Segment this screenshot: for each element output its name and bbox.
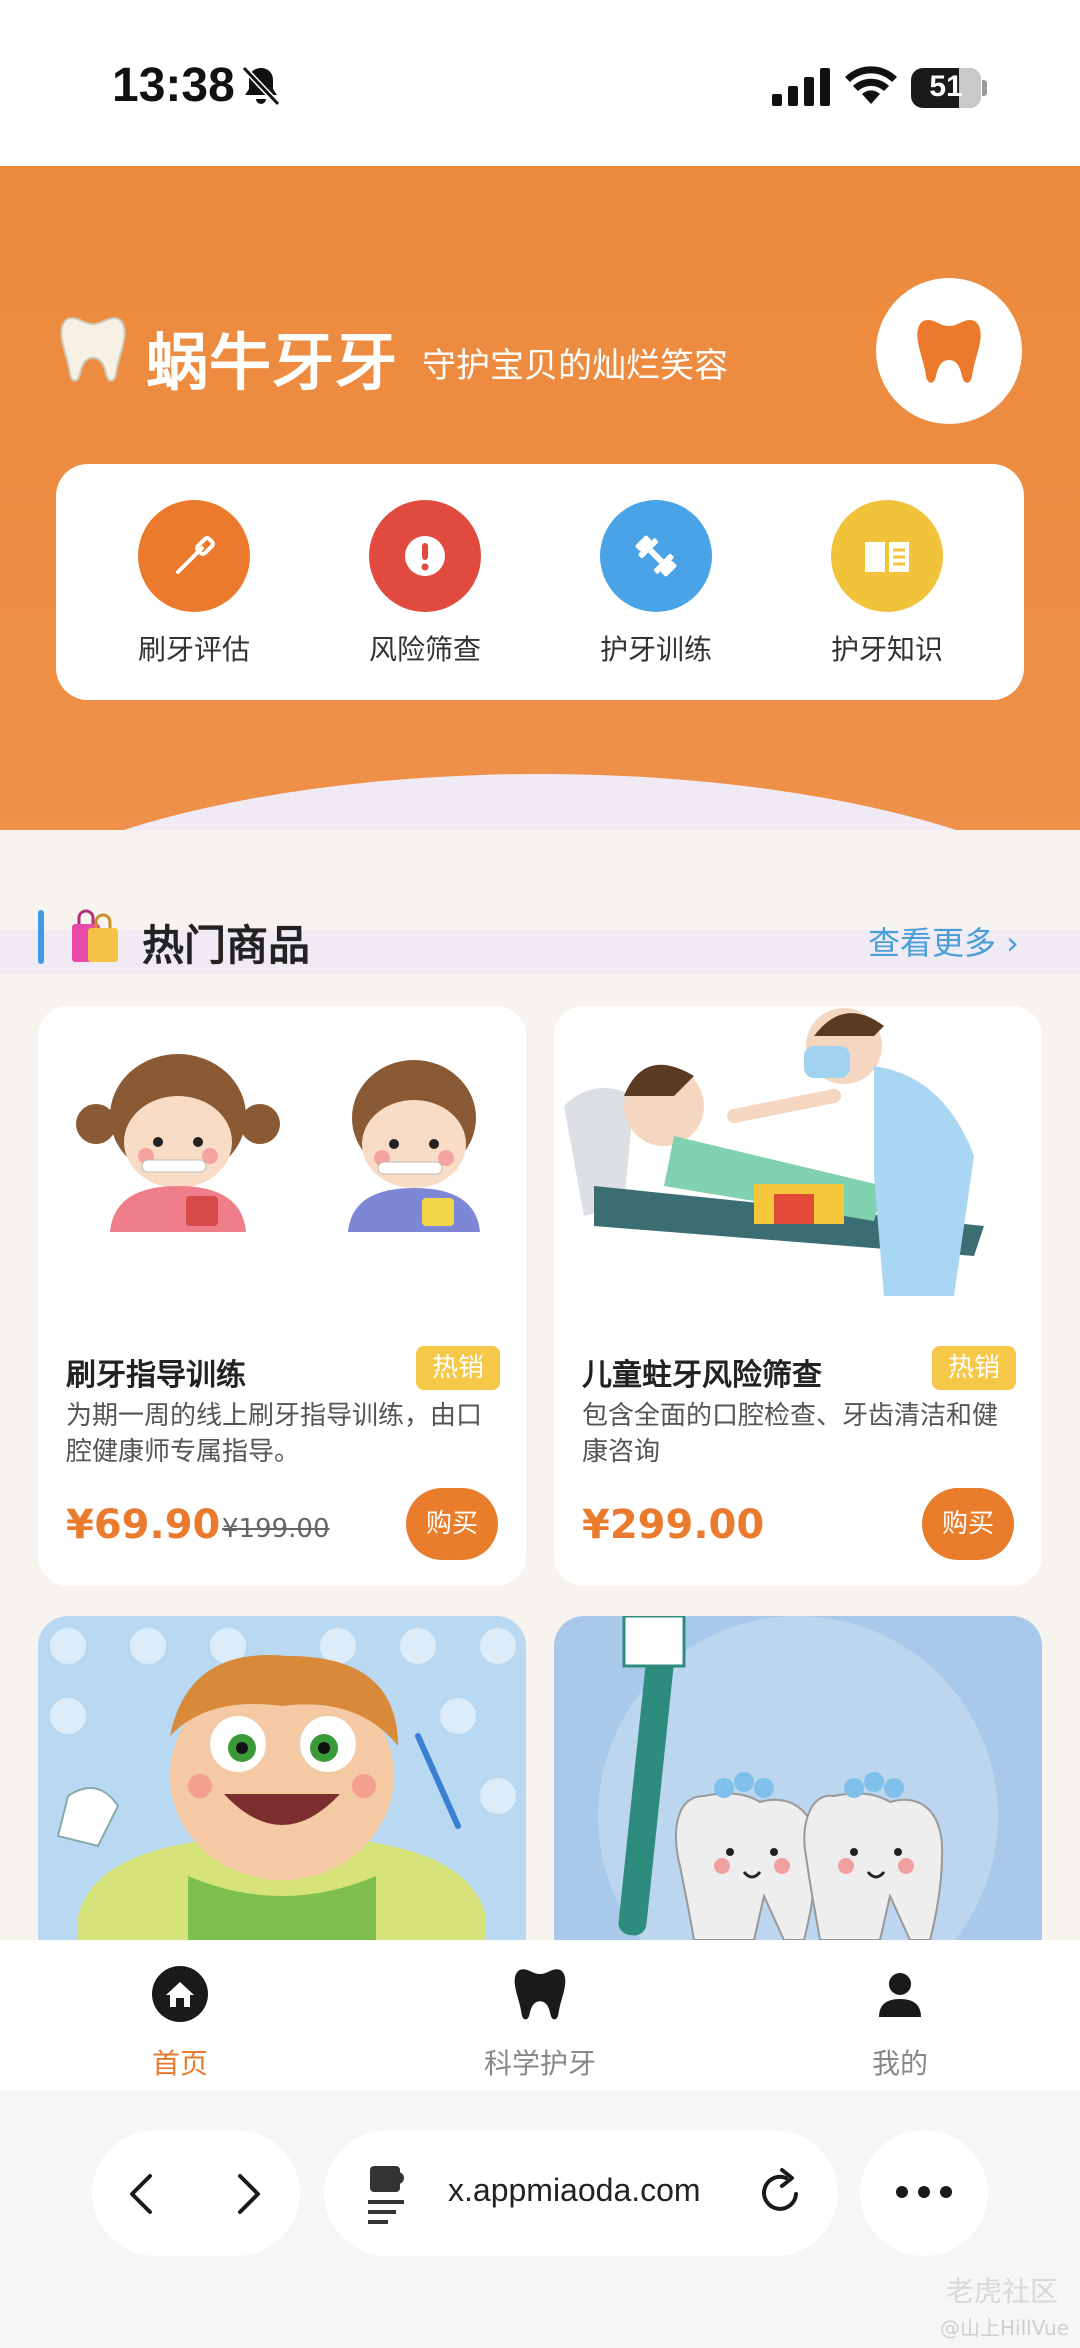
menu-label: 护牙训练: [599, 633, 712, 666]
tooth-logo-icon: [60, 316, 126, 382]
product-title: 儿童蛀牙风险筛查: [582, 1358, 822, 1393]
extension-icon[interactable]: [364, 2162, 414, 2224]
quick-menu: 刷牙评估 风险筛查 护牙训练 护牙知识: [56, 464, 1024, 700]
signal-icon: [772, 68, 830, 106]
menu-label: 风险筛查: [368, 633, 481, 666]
buy-button[interactable]: 购买: [406, 1488, 498, 1560]
product-desc: 包含全面的口腔检查、牙齿清洁和健康咨询: [582, 1401, 999, 1467]
shopping-bag-icon: [72, 909, 118, 962]
home-icon: [150, 1964, 210, 2024]
dentist-checkup-illustration: [554, 1006, 1042, 1296]
product-card[interactable]: 儿童蛀牙风险筛查 热销 包含全面的口腔检查、牙齿清洁和健康咨询 ¥299.00 …: [554, 1006, 1042, 1586]
more-menu-button[interactable]: [860, 2130, 988, 2256]
tooth-avatar[interactable]: [876, 278, 1022, 424]
product-card[interactable]: [38, 1616, 526, 1940]
product-desc: 为期一周的线上刷牙指导训练，由口腔健康师专属指导。: [66, 1401, 483, 1467]
wifi-icon: [845, 66, 897, 104]
reload-icon[interactable]: [756, 2166, 806, 2218]
tab-label: 科学护牙: [483, 2047, 596, 2080]
product-price: ¥299.00: [582, 1502, 765, 1548]
alert-icon: [369, 500, 481, 612]
nav-buttons: [92, 2130, 300, 2256]
status-time: 13:38: [112, 59, 235, 112]
product-card[interactable]: [554, 1616, 1042, 1940]
hot-badge: 热销: [416, 1346, 500, 1390]
status-bar: 13:38 51: [0, 0, 1080, 166]
bottom-tab-bar: 首页 科学护牙 我的: [0, 1940, 1080, 2090]
section-accent-bar: [38, 910, 44, 964]
tab-label: 我的: [871, 2047, 928, 2080]
product-title: 刷牙指导训练: [66, 1358, 246, 1393]
tooth-icon: [510, 1964, 570, 2024]
menu-label: 护牙知识: [830, 633, 943, 666]
see-more-link[interactable]: 查看更多 ›: [868, 918, 1019, 964]
product-old-price: ¥199.00: [222, 1514, 330, 1544]
tab-label: 首页: [151, 2047, 208, 2080]
toothbrush-icon: [138, 500, 250, 612]
tab-science-care[interactable]: 科学护牙: [440, 1964, 640, 2082]
user-icon: [870, 1964, 930, 2024]
more-dots-icon: [896, 2186, 952, 2198]
product-card[interactable]: 刷牙指导训练 热销 为期一周的线上刷牙指导训练，由口腔健康师专属指导。 ¥69.…: [38, 1006, 526, 1586]
menu-item-care-knowledge[interactable]: 护牙知识: [807, 500, 967, 668]
book-icon: [831, 500, 943, 612]
menu-label: 刷牙评估: [137, 633, 250, 666]
battery-icon: 51: [911, 68, 981, 108]
product-price: ¥69.90: [66, 1502, 221, 1548]
tooth-icon: [917, 320, 981, 383]
happy-teeth-illustration: [554, 1616, 1042, 1940]
watermark-handle: @山上HillVue: [940, 2316, 1070, 2340]
app-slogan: 守护宝贝的灿烂笑容: [422, 346, 728, 386]
brushing-kids-illustration: [38, 1006, 526, 1296]
hot-badge: 热销: [932, 1346, 1016, 1390]
app-name: 蜗牛牙牙: [146, 326, 399, 399]
bell-off-icon: [241, 65, 281, 107]
menu-item-care-training[interactable]: 护牙训练: [576, 500, 736, 668]
smiling-boy-illustration: [38, 1616, 526, 1940]
tab-home[interactable]: 首页: [80, 1964, 280, 2082]
menu-item-brushing-eval[interactable]: 刷牙评估: [114, 500, 274, 668]
back-arrow-icon[interactable]: [122, 2170, 162, 2218]
watermark: 老虎社区: [946, 2275, 1059, 2308]
url-text[interactable]: x.appmiaoda.com: [448, 2172, 701, 2209]
buy-button[interactable]: 购买: [922, 1488, 1014, 1560]
dumbbell-icon: [600, 500, 712, 612]
battery-level: 51: [929, 70, 963, 103]
tab-profile[interactable]: 我的: [800, 1964, 1000, 2082]
forward-arrow-icon[interactable]: [228, 2170, 268, 2218]
menu-item-risk-screening[interactable]: 风险筛查: [345, 500, 505, 668]
section-title: 热门商品: [142, 921, 311, 970]
